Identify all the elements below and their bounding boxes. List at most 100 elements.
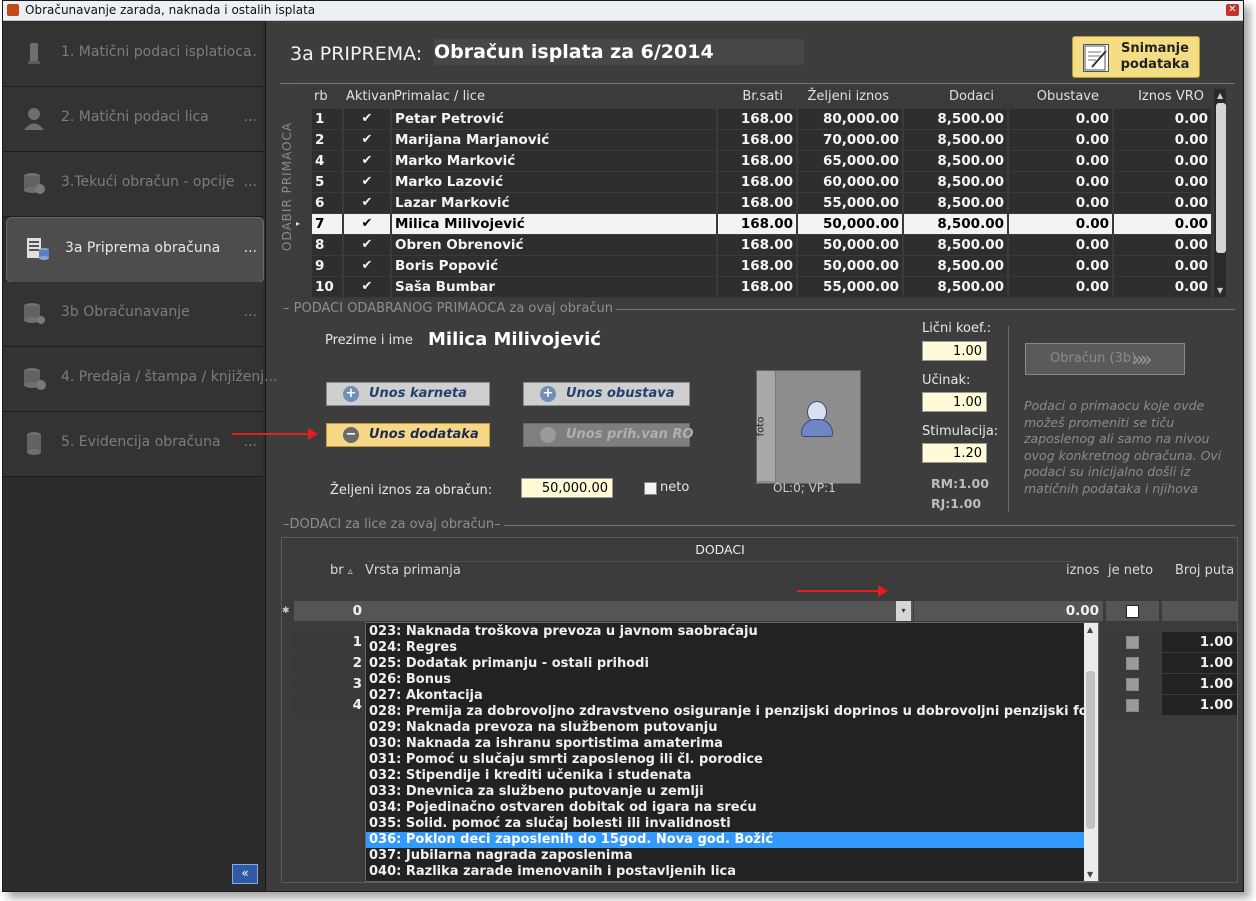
sidebar-item-maticni-isplatioca[interactable]: 1. Matični podaci isplatioca ... xyxy=(3,22,263,87)
col-zeljeni[interactable]: Željeni iznos xyxy=(807,89,889,104)
sidebar-item-obracunavanje[interactable]: 3b Obračunavanje ... xyxy=(3,282,263,347)
scroll-down-icon[interactable]: ▼ xyxy=(1217,286,1223,295)
scroll-down-icon[interactable]: ▼ xyxy=(1087,870,1093,879)
aktivan-checkbox[interactable]: ✔ xyxy=(344,109,390,129)
dropdown-option[interactable]: 028: Premija za dobrovoljno zdravstveno … xyxy=(366,704,1098,720)
cell-rb: 2 xyxy=(312,130,342,150)
photo-box[interactable]: foto xyxy=(755,370,861,484)
dropdown-option[interactable]: 034: Pojedinačno ostvaren dobitak od iga… xyxy=(366,800,1094,816)
aktivan-checkbox[interactable]: ✔ xyxy=(344,256,390,276)
aktivan-checkbox[interactable]: ✔ xyxy=(344,130,390,150)
scroll-up-icon[interactable]: ▲ xyxy=(1087,625,1093,634)
col-aktivan[interactable]: Aktivan xyxy=(346,89,395,104)
ucinak-input[interactable]: 1.00 xyxy=(922,392,987,412)
col-primalac[interactable]: Primalac / lice xyxy=(394,89,485,104)
stimulacija-input[interactable]: 1.20 xyxy=(922,443,987,463)
cell-obustave: 0.00 xyxy=(1009,277,1112,297)
vrsta-dropdown-list[interactable]: 023: Naknada troškova prevoza u javnom s… xyxy=(365,622,1099,882)
dropdown-option[interactable]: 029: Naknada prevoza na službenom putova… xyxy=(366,720,1094,736)
table-row[interactable]: 4 ✔ Marko Marković 168.00 65,000.00 8,500.00 0… xyxy=(296,151,1211,171)
save-button[interactable]: Snimanje podataka xyxy=(1072,36,1200,78)
cell-je-neto[interactable] xyxy=(1106,632,1159,652)
col-vrsta[interactable]: Vrsta primanja xyxy=(365,562,461,580)
dropdown-option[interactable]: 024: Regres xyxy=(366,640,1094,656)
dropdown-option[interactable]: 027: Akontacija xyxy=(366,688,1094,704)
dropdown-option[interactable]: 040: Razlika zarade imenovanih i postavl… xyxy=(366,864,1094,880)
sidebar-item-maticni-lica[interactable]: 2. Matični podaci lica ... xyxy=(3,87,263,152)
dropdown-option[interactable]: 037: Jubilarna nagrada zaposlenima xyxy=(366,848,1094,864)
col-rb[interactable]: rb xyxy=(314,89,328,104)
sidebar-item-evidencija[interactable]: 5. Evidencija obračuna ... xyxy=(3,412,263,477)
dropdown-option[interactable]: 025: Dodatak primanju - ostali prihodi xyxy=(366,656,1094,672)
col-je-neto[interactable]: je neto xyxy=(1108,562,1153,580)
unos-dodataka-button[interactable]: − Unos dodataka xyxy=(326,423,490,447)
table-row[interactable]: 1 ✔ Petar Petrović 168.00 80,000.00 8,500.00 0… xyxy=(296,109,1211,129)
col-obustave[interactable]: Obustave xyxy=(1037,89,1099,104)
table-row[interactable]: 10 ✔ Saša Bumbar 168.00 55,000.00 8,500.00 0.0… xyxy=(296,277,1211,297)
new-row-je-neto[interactable] xyxy=(1106,601,1159,621)
je-neto-checkbox[interactable] xyxy=(1126,636,1139,649)
combo-dropdown-icon[interactable]: ▾ xyxy=(896,601,911,621)
aktivan-checkbox[interactable]: ✔ xyxy=(344,193,390,213)
collapse-sidebar-button[interactable]: « xyxy=(232,864,258,884)
aktivan-checkbox[interactable]: ✔ xyxy=(344,151,390,171)
obracun-3b-button[interactable]: Obračun (3b) »» xyxy=(1025,343,1185,375)
sidebar-item-tekuci-obracun[interactable]: 3.Tekući obračun - opcije ... xyxy=(3,152,263,217)
sidebar: 1. Matični podaci isplatioca ... 2. Mati… xyxy=(3,21,278,891)
table-row[interactable]: 8 ✔ Obren Obrenović 168.00 50,000.00 8,500.00… xyxy=(296,235,1211,255)
recipients-scrollbar[interactable]: ▲ ▼ xyxy=(1214,89,1226,297)
dropdown-option[interactable]: 035: Solid. pomoć za slučaj bolesti ili … xyxy=(366,816,1094,832)
col-broj-puta[interactable]: Broj puta xyxy=(1175,562,1234,580)
new-row-iznos[interactable]: 0.00 xyxy=(914,601,1103,621)
new-row-broj-puta[interactable] xyxy=(1162,601,1237,621)
col-iznos[interactable]: iznos xyxy=(1066,562,1099,580)
aktivan-checkbox[interactable]: ✔ xyxy=(344,277,390,297)
dropdown-option[interactable]: 032: Stipendije i krediti učenika i stud… xyxy=(366,768,1094,784)
table-row[interactable]: ▸ 7 ✔ Milica Milivojević 168.00 50,000.00 8,50… xyxy=(296,214,1211,234)
aktivan-checkbox[interactable]: ✔ xyxy=(344,172,390,192)
unos-obustava-button[interactable]: + Unos obustava xyxy=(523,382,690,406)
dropdown-option[interactable]: 030: Naknada za ishranu sportistima amat… xyxy=(366,736,1094,752)
aktivan-checkbox[interactable]: ✔ xyxy=(344,214,390,234)
photo-tab[interactable]: foto xyxy=(755,371,776,481)
table-row[interactable]: 9 ✔ Boris Popović 168.00 50,000.00 8,500.00 0.… xyxy=(296,256,1211,276)
je-neto-checkbox[interactable] xyxy=(1126,678,1139,691)
licni-koef-input[interactable]: 1.00 xyxy=(922,341,987,361)
je-neto-checkbox[interactable] xyxy=(1126,657,1139,670)
col-br[interactable]: br ▵ xyxy=(330,562,353,580)
neto-checkbox[interactable] xyxy=(644,482,657,495)
circle-icon xyxy=(540,427,556,443)
cell-je-neto[interactable] xyxy=(1106,695,1159,715)
aktivan-checkbox[interactable]: ✔ xyxy=(344,235,390,255)
dodaci-group-title: –DODACI za lice za ovaj obračun– xyxy=(280,517,504,532)
zeljeni-iznos-input[interactable]: 50,000.00 xyxy=(521,478,613,498)
vrsta-combo[interactable] xyxy=(365,601,913,621)
table-row[interactable]: 2 ✔ Marijana Marjanović 168.00 70,000.00 8,50… xyxy=(296,130,1211,150)
new-row[interactable]: ✱ 0 ▾ 0.00 xyxy=(282,601,1237,621)
save-label-2: podataka xyxy=(1120,57,1190,72)
dropdown-scrollbar[interactable]: ▲ ▼ xyxy=(1084,623,1098,881)
cell-je-neto[interactable] xyxy=(1106,653,1159,673)
dropdown-option[interactable]: 023: Naknada troškova prevoza u javnom s… xyxy=(366,624,1094,640)
dropdown-option[interactable]: 033: Dnevnica za službeno putovanje u ze… xyxy=(366,784,1094,800)
je-neto-checkbox[interactable] xyxy=(1126,699,1139,712)
dropdown-option[interactable]: 026: Bonus xyxy=(366,672,1094,688)
cell-je-neto[interactable] xyxy=(1106,674,1159,694)
scroll-up-icon[interactable]: ▲ xyxy=(1217,91,1223,100)
col-vro[interactable]: Iznos VRO xyxy=(1138,89,1204,104)
unos-prih-van-ro-button[interactable]: Unos prih.van RO xyxy=(523,423,693,447)
col-dodaci[interactable]: Dodaci xyxy=(949,89,994,104)
sidebar-item-predaja-stampa[interactable]: 4. Predaja / štampa / knjiženj... xyxy=(3,347,278,412)
close-icon[interactable]: ✕ xyxy=(1226,4,1239,16)
scroll-thumb[interactable] xyxy=(1216,103,1226,253)
sidebar-item-priprema-obracuna[interactable]: 3a Priprema obračuna ... xyxy=(6,217,264,283)
je-neto-checkbox[interactable] xyxy=(1126,605,1139,618)
dropdown-option[interactable]: 036: Poklon deci zaposlenih do 15god. No… xyxy=(366,832,1094,848)
table-row[interactable]: 5 ✔ Marko Lazović 168.00 60,000.00 8,500.00 0.… xyxy=(296,172,1211,192)
sidebar-item-dots: ... xyxy=(243,304,257,320)
unos-karneta-button[interactable]: + Unos karneta xyxy=(326,382,490,406)
dropdown-option[interactable]: 031: Pomoć u slučaju smrti zaposlenog il… xyxy=(366,752,1094,768)
table-row[interactable]: 6 ✔ Lazar Marković 168.00 55,000.00 8,500.00 0… xyxy=(296,193,1211,213)
scroll-thumb[interactable] xyxy=(1086,671,1095,829)
col-sati[interactable]: Br.sati xyxy=(742,89,783,104)
